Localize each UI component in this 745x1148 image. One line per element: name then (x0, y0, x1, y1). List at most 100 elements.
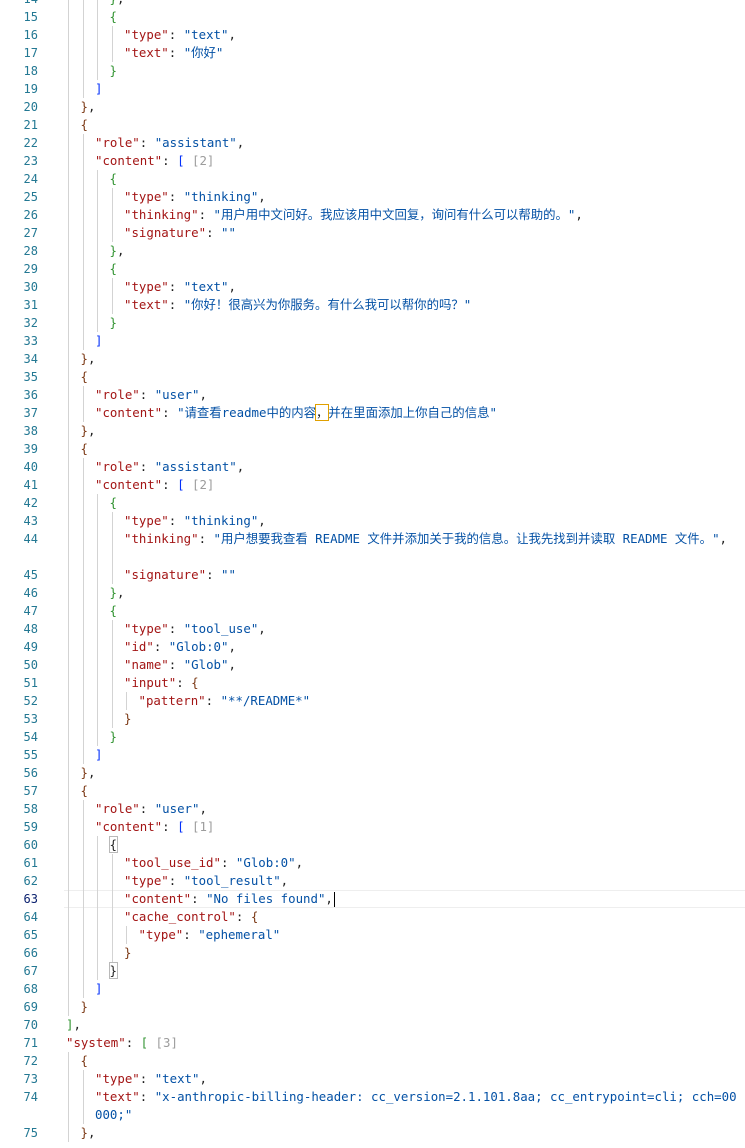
code-line[interactable]: 43 "type": "thinking", (0, 512, 745, 530)
code-line[interactable]: 49 "id": "Glob:0", (0, 638, 745, 656)
code-line[interactable]: 15 { (0, 8, 745, 26)
code-line[interactable]: 40 "role": "assistant", (0, 458, 745, 476)
code-token: "type" (138, 927, 184, 942)
code-line[interactable]: 34}, (0, 350, 745, 368)
code-line[interactable]: 26 "thinking": "用户用中文问好。我应该用中文回复，询问有什么可以帮… (0, 206, 745, 224)
code-line[interactable]: 33] (0, 332, 745, 350)
code-line[interactable]: 67} (0, 962, 745, 980)
indent-guide (82, 980, 84, 998)
line-number: 34 (23, 352, 38, 366)
code-line[interactable]: 51 "input": { (0, 674, 745, 692)
indent-guide (68, 836, 69, 854)
code-line[interactable]: 19] (0, 80, 745, 98)
code-line[interactable]: 27 "signature": "" (0, 224, 745, 242)
line-number: 50 (23, 658, 38, 672)
code-token: } (124, 945, 132, 960)
code-line[interactable]: 58 "role": "user", (0, 800, 745, 818)
code-line[interactable]: 22 "role": "assistant", (0, 134, 745, 152)
indent-guide (97, 566, 98, 584)
code-line[interactable]: 52 "pattern": "**/README*" (0, 692, 745, 710)
indent-guide (111, 710, 113, 728)
code-line[interactable]: 71 "system": [ [3] (0, 1034, 745, 1052)
code-line[interactable]: 16 "type": "text", (0, 26, 745, 44)
code-line[interactable]: 69} (0, 998, 745, 1016)
indent-guide (82, 476, 84, 494)
code-line[interactable]: 29 { (0, 260, 745, 278)
code-line[interactable]: 20}, (0, 98, 745, 116)
code-token: : (168, 621, 184, 636)
code-line[interactable]: 45 "signature": "" (0, 566, 745, 584)
indent-guide (68, 656, 69, 674)
code-line[interactable]: 18} (0, 62, 745, 80)
code-line[interactable]: 70], (0, 1016, 745, 1034)
code-line[interactable]: 64 "cache_control": { (0, 908, 745, 926)
code-line[interactable]: 62 "type": "tool_result", (0, 872, 745, 890)
code-line[interactable]: 65 "type": "ephemeral" (0, 926, 745, 944)
code-line[interactable]: 47 { (0, 602, 745, 620)
indent-guide (97, 674, 98, 692)
code-line[interactable]: 68] (0, 980, 745, 998)
code-line[interactable]: 24 { (0, 170, 745, 188)
code-line[interactable]: 73 "type": "text", (0, 1070, 745, 1088)
code-line[interactable]: 72 { (0, 1052, 745, 1070)
line-number: 55 (23, 748, 38, 762)
code-line[interactable]: 60 { (0, 836, 745, 854)
code-line[interactable]: 53} (0, 710, 745, 728)
code-line[interactable]: 48 "type": "tool_use", (0, 620, 745, 638)
code-line[interactable]: 46}, (0, 584, 745, 602)
indent-guide (68, 926, 69, 944)
code-line[interactable]: 61 "tool_use_id": "Glob:0", (0, 854, 745, 872)
code-token: , (87, 1125, 96, 1140)
indent-guide (97, 638, 98, 656)
code-line[interactable]: 17 "text": "你好" (0, 44, 745, 62)
indent-guide (82, 836, 84, 854)
indent-guide (111, 692, 113, 710)
code-line[interactable]: 44 "thinking": "用户想要我查看 README 文件并添加关于我的信… (0, 530, 745, 566)
indent-guide (68, 1088, 69, 1124)
code-token: , (258, 189, 266, 204)
code-editor[interactable]: 14},15{16"type": "text",17"text": "你好"18… (0, 0, 745, 1142)
code-line[interactable]: 25 "type": "thinking", (0, 188, 745, 206)
indent-guide (82, 134, 84, 152)
code-line[interactable]: 30 "type": "text", (0, 278, 745, 296)
code-line[interactable]: 75}, (0, 1124, 745, 1142)
line-number: 46 (23, 586, 38, 600)
code-line[interactable]: 41 "content": [ [2] (0, 476, 745, 494)
indent-guide (82, 188, 84, 206)
code-line[interactable]: 36 "role": "user", (0, 386, 745, 404)
code-line[interactable]: 35 { (0, 368, 745, 386)
code-line[interactable]: 74 "text": "x-anthropic-billing-header: c… (0, 1088, 745, 1124)
code-line[interactable]: 31 "text": "你好！很高兴为你服务。有什么我可以帮你的吗？" (0, 296, 745, 314)
code-line[interactable]: 56}, (0, 764, 745, 782)
code-line[interactable]: 66} (0, 944, 745, 962)
code-line[interactable]: 63 "content": "No files found", (0, 890, 745, 908)
indent-guide (97, 962, 98, 980)
code-line[interactable]: 14}, (0, 0, 745, 8)
code-line[interactable]: 39 { (0, 440, 745, 458)
code-line[interactable]: 55] (0, 746, 745, 764)
indent-guide (97, 926, 98, 944)
code-line[interactable]: 37 "content": "请查看readme中的内容，并在里面添加上你自己的信… (0, 404, 745, 422)
code-line[interactable]: 59 "content": [ [1] (0, 818, 745, 836)
code-line[interactable]: 23 "content": [ [2] (0, 152, 745, 170)
line-number: 14 (0, 0, 38, 8)
code-line[interactable]: 32} (0, 314, 745, 332)
indent-guide (68, 908, 69, 926)
code-line[interactable]: 21 { (0, 116, 745, 134)
code-token: "thinking" (183, 513, 259, 528)
line-number: 33 (23, 334, 38, 348)
indent-guide (97, 710, 98, 728)
code-line[interactable]: 50 "name": "Glob", (0, 656, 745, 674)
code-line[interactable]: 57 { (0, 782, 745, 800)
code-token: : (162, 477, 178, 492)
indent-guide (68, 854, 69, 872)
code-token: "type" (124, 513, 169, 528)
code-token: "user" (154, 387, 200, 402)
code-line[interactable]: 42 { (0, 494, 745, 512)
indent-guide (126, 692, 127, 710)
indent-guide (68, 116, 69, 134)
code-line[interactable]: 38}, (0, 422, 745, 440)
code-line[interactable]: 54} (0, 728, 745, 746)
code-line[interactable]: 28}, (0, 242, 745, 260)
indent-guide (97, 0, 98, 8)
